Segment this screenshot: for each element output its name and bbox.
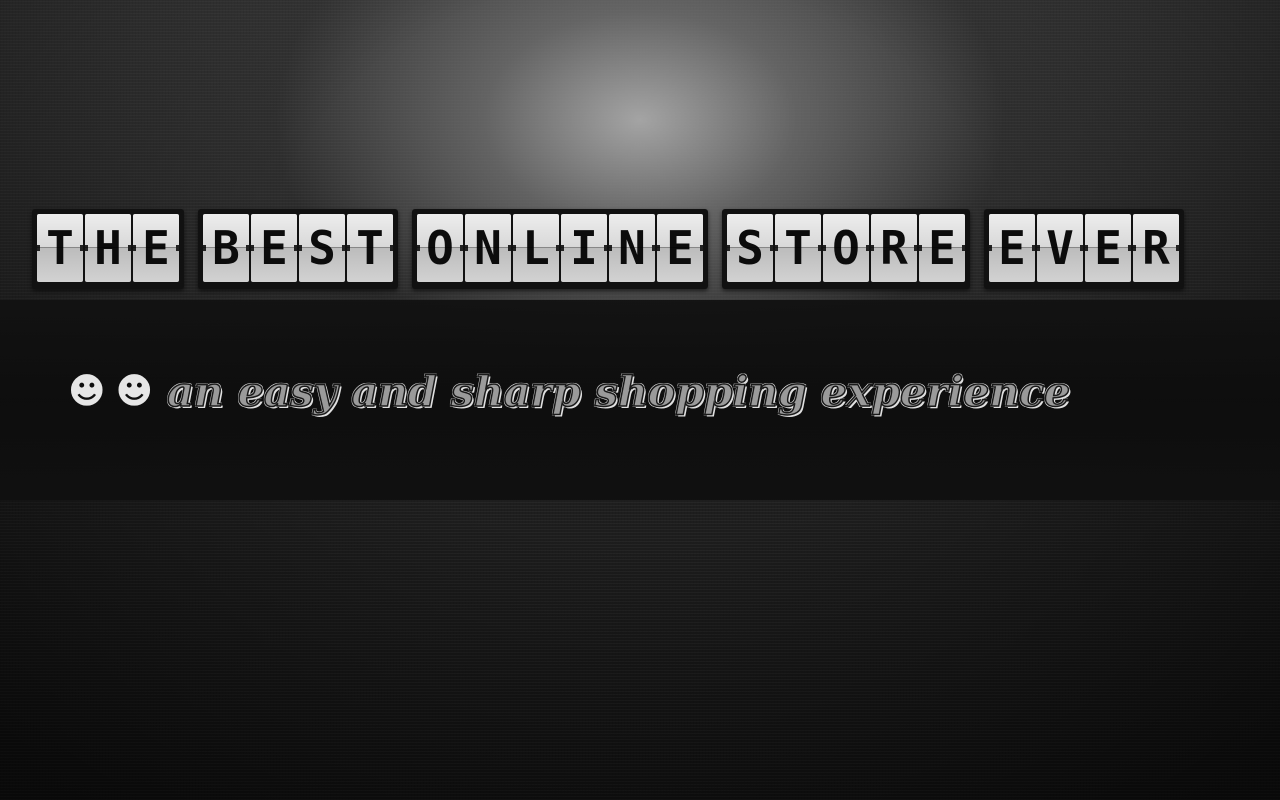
tagline-text: an easy and sharp shopping experience (166, 367, 1071, 417)
title-letter-tile: T (775, 214, 821, 282)
title-letter-tile: O (417, 214, 463, 282)
smiley-icon: ☻ (115, 371, 154, 412)
title-letter-tile: N (609, 214, 655, 282)
title-word-the: T H E (32, 209, 184, 289)
title-letter-tile: E (251, 214, 297, 282)
title-word-best: B E S T (198, 209, 398, 289)
title-letter-tile: I (561, 214, 607, 282)
title-letter-tile: L (513, 214, 559, 282)
title-letter-tile: R (1133, 214, 1179, 282)
title-letter-tile: V (1037, 214, 1083, 282)
title-letter-tile: E (919, 214, 965, 282)
title-letter-tile: E (1085, 214, 1131, 282)
title-letter-tile: B (203, 214, 249, 282)
title-letter-tile: E (657, 214, 703, 282)
title-word-store: S T O R E (722, 209, 970, 289)
title-letter-tile: E (989, 214, 1035, 282)
title-word-ever: E V E R (984, 209, 1184, 289)
title-letter-tile: T (37, 214, 83, 282)
title-letter-tile: N (465, 214, 511, 282)
title-letter-tile: T (347, 214, 393, 282)
tagline: ☻ ☻ an easy and sharp shopping experienc… (68, 367, 1071, 417)
title-letter-tile: S (727, 214, 773, 282)
title-letter-tile: E (133, 214, 179, 282)
title-letter-tile: O (823, 214, 869, 282)
title-letter-tile: R (871, 214, 917, 282)
page-title: T H E B E S T O N L I N E S T O R E E V (32, 209, 1184, 289)
title-word-online: O N L I N E (412, 209, 708, 289)
smiley-icon: ☻ (68, 371, 106, 412)
landing-page: T H E B E S T O N L I N E S T O R E E V (0, 0, 1280, 800)
title-letter-tile: H (85, 214, 131, 282)
title-letter-tile: S (299, 214, 345, 282)
